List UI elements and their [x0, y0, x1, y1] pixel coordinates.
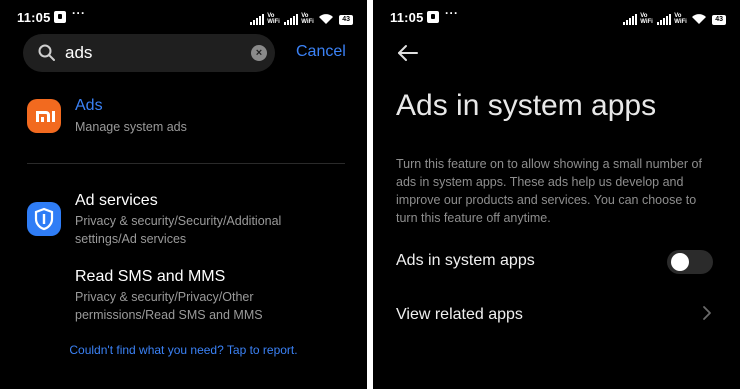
vowifi-icon: Vo WiFi: [301, 13, 314, 25]
battery-icon: 43: [339, 15, 353, 25]
result-title: Ads: [75, 97, 103, 114]
ads-settings-screen: 11:05 ··· Vo WiFi Vo WiFi 43 Ads in system…: [373, 0, 740, 389]
view-related-apps-link[interactable]: View related apps: [396, 306, 523, 324]
toggle-knob: [671, 253, 689, 271]
signal-icon: [657, 14, 672, 25]
result-title: Ad services: [75, 192, 158, 209]
status-time: 11:05: [390, 10, 424, 25]
status-bar: 11:05 ··· Vo WiFi Vo WiFi 43: [373, 0, 740, 34]
back-arrow-icon[interactable]: [397, 42, 419, 64]
report-link[interactable]: Couldn't find what you need? Tap to repo…: [0, 343, 367, 357]
result-title: Read SMS and MMS: [75, 268, 226, 285]
more-notifications-icon: ···: [72, 6, 86, 20]
result-subtitle: Privacy & security/Privacy/Other permiss…: [75, 290, 263, 322]
signal-icon: [250, 14, 265, 25]
page-title: Ads in system apps: [396, 89, 657, 122]
status-icons: Vo WiFi Vo WiFi 43: [250, 9, 353, 25]
divider: [27, 163, 345, 164]
message-notification-icon: [427, 11, 439, 23]
ads-toggle[interactable]: [667, 250, 713, 274]
status-icons: Vo WiFi Vo WiFi 43: [623, 9, 726, 25]
result-subtitle: Manage system ads: [75, 120, 187, 134]
toggle-row-label[interactable]: Ads in system apps: [396, 252, 535, 270]
mi-icon: [27, 99, 61, 133]
cancel-button[interactable]: Cancel: [296, 43, 346, 61]
message-notification-icon: [54, 11, 66, 23]
shield-icon: [27, 202, 61, 236]
clear-icon[interactable]: ×: [251, 45, 267, 61]
status-time: 11:05: [17, 10, 51, 25]
status-bar: 11:05 ··· Vo WiFi Vo WiFi 43: [0, 0, 367, 34]
wifi-icon: [692, 14, 707, 24]
search-input[interactable]: ads ×: [23, 34, 275, 72]
feature-description: Turn this feature on to allow showing a …: [396, 157, 702, 225]
chevron-right-icon: [703, 306, 711, 320]
more-notifications-icon: ···: [445, 6, 459, 20]
vowifi-icon: Vo WiFi: [267, 13, 280, 25]
search-query[interactable]: ads: [65, 43, 92, 63]
signal-icon: [623, 14, 638, 25]
result-subtitle: Privacy & security/Security/Additional s…: [75, 214, 282, 246]
signal-icon: [284, 14, 299, 25]
wifi-icon: [319, 14, 334, 24]
vowifi-icon: Vo WiFi: [640, 13, 653, 25]
vowifi-icon: Vo WiFi: [674, 13, 687, 25]
battery-icon: 43: [712, 15, 726, 25]
search-icon: [38, 44, 55, 61]
search-screen: 11:05 ··· Vo WiFi Vo WiFi 43 ads × Cancel: [0, 0, 367, 389]
